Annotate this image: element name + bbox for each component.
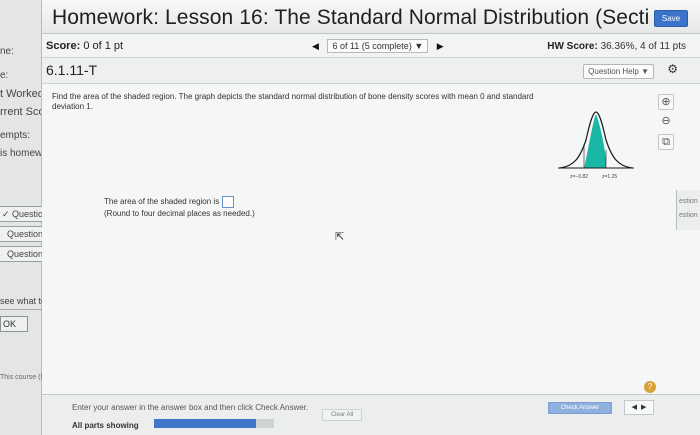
right-strip: estion estion [676,190,700,230]
help-icon[interactable]: ? [644,381,656,393]
question-select[interactable]: 6 of 11 (5 complete) ▼ [327,39,429,53]
right-z-label: z=1.25 [602,174,617,180]
parts-progress-bar [154,419,274,428]
next-question-icon[interactable]: ▶ [437,41,444,51]
normal-curve-graph: z=−0.82 z=1.25 [558,111,634,180]
hw-score-label: HW Score: [547,41,598,52]
popout-icon[interactable]: ⧉ [658,134,674,150]
footer: ? Enter your answer in the answer box an… [42,381,700,435]
shaded-region [584,114,606,168]
question-select-label: 6 of 11 (5 complete) [332,41,412,51]
score-display: Score: 0 of 1 pt [46,40,123,52]
answer-input[interactable] [222,196,235,208]
prev-question-icon[interactable]: ◀ [312,41,319,51]
sidebar-text-name: ne: [0,46,14,57]
score-value: 0 of 1 pt [83,40,124,52]
footer-prev-icon[interactable]: ◀ [632,404,637,411]
sidebar-question-link-3-label: Question [7,249,44,259]
page-header: Homework: Lesson 16: The Standard Normal… [42,0,700,34]
question-prompt: Find the area of the shaded region. The … [52,92,534,111]
question-help-label: Question Help [588,67,639,76]
zoom-out-icon[interactable]: ⊖ [658,114,674,130]
zoom-in-icon[interactable]: ⊕ [658,94,674,110]
page-title: Homework: Lesson 16: The Standard Normal… [52,6,650,29]
sidebar-ok-button[interactable]: OK [0,316,28,332]
footer-next-icon[interactable]: ▶ [641,404,646,411]
sidebar-text-e: e: [0,70,9,81]
graph-tools: ⊕ ⊖ ⧉ [658,94,674,154]
footer-instruction: Enter your answer in the answer box and … [72,403,309,412]
mouse-cursor-icon: ⇱ [335,231,345,243]
sidebar-text-attempts: empts: [0,130,31,141]
all-parts-showing: All parts showing [72,421,139,430]
sidebar-text-worked[interactable]: t Worked [0,88,41,100]
clear-all-button[interactable]: Clear All [322,409,362,421]
answer-label: The area of the shaded region is [104,197,220,207]
question-bar: 6.1.11-T Question Help ▼ ⚙ [42,58,700,84]
right-strip-text-2[interactable]: estion [679,212,698,219]
hw-score: HW Score: 36.36%, 4 of 11 pts [547,41,686,52]
sidebar-text-current-score: rrent Scor [0,106,41,118]
parts-progress-fill [154,419,256,428]
sidebar-text-homework: is homew [0,148,42,159]
question-help-button[interactable]: Question Help ▼ [583,64,654,79]
hw-score-value: 36.36%, 4 of 11 pts [600,41,686,52]
question-pager: ◀ 6 of 11 (5 complete) ▼ ▶ [312,39,444,53]
gear-icon[interactable]: ⚙ [667,62,678,76]
question-number: 6.1.11-T [46,62,98,78]
footer-nav-arrows[interactable]: ◀ ▶ [624,400,654,415]
check-answer-button[interactable]: Check Answer [548,402,612,414]
score-bar: Score: 0 of 1 pt ◀ 6 of 11 (5 complete) … [42,34,700,58]
answer-line: The area of the shaded region is [104,196,255,208]
sidebar-question-link-2-label: Question [7,229,44,239]
answer-hint: (Round to four decimal places as needed.… [104,209,255,218]
right-strip-text-1[interactable]: estion [679,198,698,205]
score-label: Score: [46,40,81,52]
answer-area: The area of the shaded region is (Round … [104,196,255,219]
left-z-label: z=−0.82 [570,174,588,180]
save-button[interactable]: Save [654,10,688,27]
